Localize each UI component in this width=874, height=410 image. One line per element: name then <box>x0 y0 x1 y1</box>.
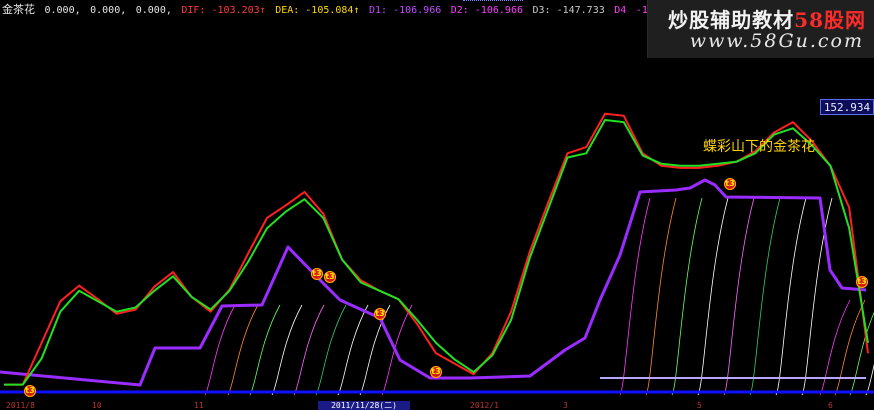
fan-line <box>359 304 391 396</box>
x-tick: 2011/8 <box>6 401 35 410</box>
fan-line <box>249 304 281 396</box>
indicator-name: 金茶花 <box>2 3 35 16</box>
signal-marker[interactable]: t3 <box>311 268 323 280</box>
fan-line <box>697 197 729 396</box>
chart-window: 金茶花 0.000, 0.000, 0.000, DIF: -103.203↑ … <box>0 0 874 410</box>
signal-marker[interactable]: t3 <box>374 308 386 320</box>
fan-line <box>671 197 703 396</box>
signal-marker[interactable]: t3 <box>324 271 336 283</box>
fan-line <box>619 197 651 396</box>
fan-line <box>337 304 369 396</box>
param-1: 0.000, <box>44 5 81 16</box>
purple-step-line <box>0 178 867 387</box>
indicator-chart[interactable] <box>0 0 874 410</box>
x-tick: 6 <box>828 401 833 410</box>
fan-line <box>723 197 755 396</box>
fan-line <box>775 197 807 396</box>
fan-line <box>834 299 866 396</box>
fan-line <box>271 304 303 396</box>
signal-marker[interactable]: t3 <box>430 366 442 378</box>
fan-line <box>749 197 781 396</box>
watermark-url: www.58Gu.com <box>689 30 864 52</box>
x-tick: 3 <box>563 401 568 410</box>
d4-label: D4 <box>614 5 627 16</box>
price-badge: 152.934 <box>820 99 874 115</box>
fan-line <box>204 304 236 396</box>
watermark-line1: 炒股辅助教材58股网 <box>668 8 866 32</box>
param-3: 0.000, <box>135 5 172 16</box>
fan-line <box>315 304 347 396</box>
chart-annotation: 蝶彩山下的金茶花 <box>703 139 815 155</box>
fan-line <box>381 304 413 396</box>
fan-line <box>293 304 325 396</box>
x-tick: 10 <box>92 401 102 410</box>
x-tick: 2012/1 <box>470 401 499 410</box>
d1-value: D1: -106.966 <box>369 5 442 16</box>
fan-line <box>801 197 833 396</box>
x-tick: 11 <box>194 401 204 410</box>
d2-value: D2: -106.966 <box>450 5 523 16</box>
fan-line <box>645 197 677 396</box>
signal-marker[interactable]: t3 <box>856 276 868 288</box>
fan-line <box>227 304 259 396</box>
watermark: 炒股辅助教材58股网 www.58Gu.com <box>647 0 874 58</box>
fan-line <box>819 299 851 396</box>
d3-value: D3: -147.733 <box>532 5 605 16</box>
signal-marker[interactable]: t3 <box>724 178 736 190</box>
dea-value: DEA: -105.084↑ <box>275 5 360 16</box>
signal-marker[interactable]: t3 <box>24 385 36 397</box>
purple-line <box>0 178 867 387</box>
x-axis <box>0 402 874 410</box>
param-2: 0.000, <box>90 5 127 16</box>
x-tick: 5 <box>697 401 702 410</box>
dif-value: DIF: -103.203↑ <box>181 5 266 16</box>
crosshair-date: 2011/11/28(二) <box>318 401 410 410</box>
indicator-header: 金茶花 0.000, 0.000, 0.000, DIF: -103.203↑ … <box>2 2 666 18</box>
